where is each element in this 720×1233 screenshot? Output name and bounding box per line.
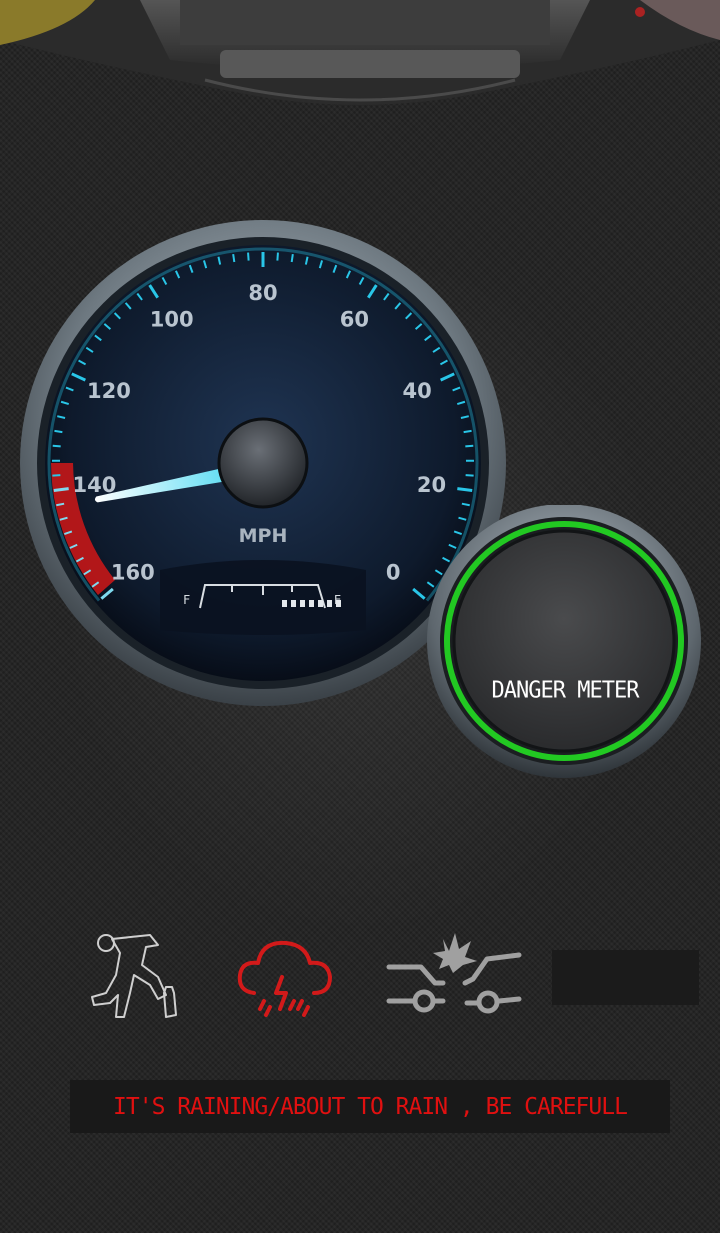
- gauge-scale-label: 60: [340, 308, 369, 332]
- fuel-cell: [327, 600, 332, 607]
- gauge-scale-label: 100: [150, 308, 194, 332]
- gauge-tick: [232, 253, 236, 263]
- fuel-cell: [300, 600, 305, 607]
- fuel-gauge: F E: [160, 560, 366, 635]
- gauge-tick: [52, 444, 61, 448]
- fuel-cell: [318, 600, 323, 607]
- fuel-full-label: F: [183, 593, 190, 607]
- drunk-person-icon: [91, 934, 177, 1018]
- gauge-tick: [247, 252, 250, 261]
- gauge-scale-label: 20: [417, 473, 446, 497]
- gauge-tick: [290, 253, 294, 263]
- gauge-tick: [457, 487, 473, 493]
- gauge-scale-label: 120: [87, 379, 131, 403]
- gauge-tick: [53, 487, 69, 493]
- gauge-scale-label: 80: [248, 281, 277, 305]
- rain-storm-icon: [237, 940, 332, 1017]
- gauge-tick: [54, 429, 63, 434]
- fuel-cell: [309, 600, 314, 607]
- status-icons-row: [0, 925, 720, 1035]
- gauge-scale-label: 0: [386, 560, 401, 584]
- gauge-tick: [276, 252, 279, 261]
- fuel-cell: [282, 600, 287, 607]
- danger-meter-label: DANGER METER: [491, 677, 640, 704]
- speed-unit-label: MPH: [239, 525, 288, 547]
- alert-banner: IT'S RAINING/ABOUT TO RAIN , BE CAREFULL: [70, 1080, 670, 1133]
- alert-message: IT'S RAINING/ABOUT TO RAIN , BE CAREFULL: [113, 1093, 628, 1120]
- fuel-cell: [336, 600, 341, 607]
- car-crash-icon: [386, 933, 522, 1014]
- danger-meter[interactable]: [426, 505, 706, 785]
- fuel-cell: [291, 600, 296, 607]
- gauge-tick: [465, 444, 474, 448]
- empty-status-slot: [552, 950, 699, 1005]
- car-background-image: [0, 0, 720, 105]
- gauge-scale-label: 160: [111, 560, 155, 584]
- gauge-scale-label: 40: [402, 379, 431, 403]
- needle-hub: [217, 417, 309, 509]
- gauge-tick: [463, 429, 472, 434]
